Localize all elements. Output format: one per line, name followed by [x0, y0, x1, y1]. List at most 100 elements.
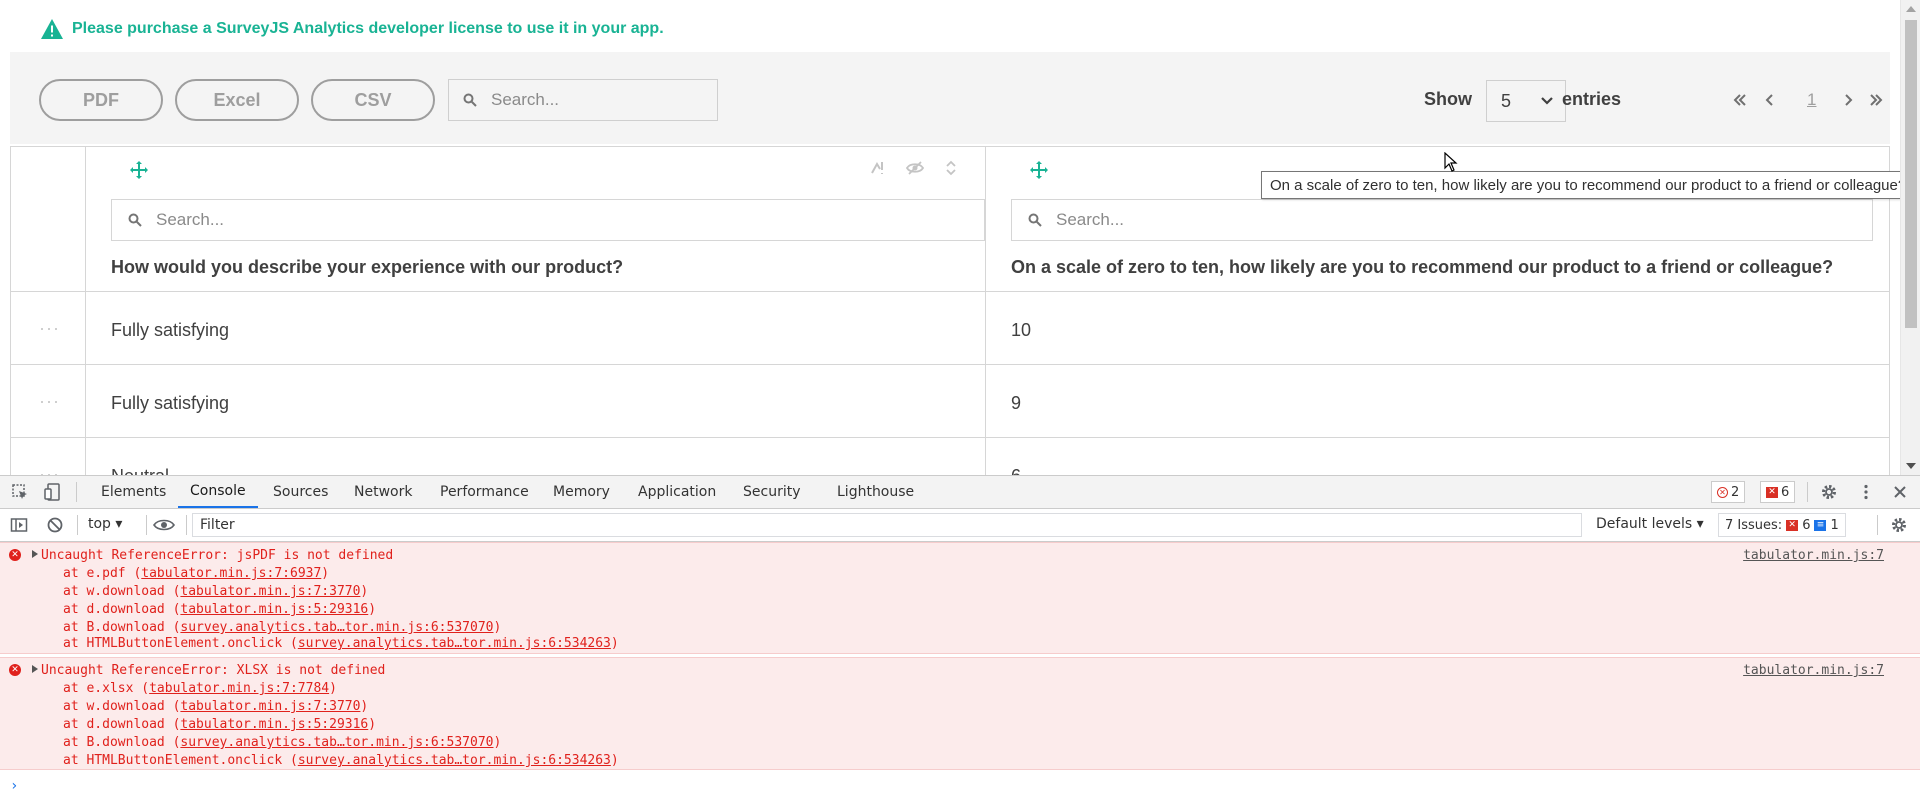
column-search-recommend[interactable] [1011, 199, 1873, 241]
tab-sources[interactable]: Sources [273, 476, 328, 508]
table-cell: 9 [1011, 393, 1022, 413]
expand-triangle-icon[interactable] [32, 665, 38, 673]
console-filter-input[interactable]: Filter [192, 513, 1582, 537]
excel-button[interactable]: Excel [175, 79, 299, 121]
issues-button[interactable]: 7 Issues: ✕ 6 ≡ 1 [1718, 513, 1846, 537]
scroll-down-arrow-icon[interactable] [1906, 463, 1916, 469]
table-cell: Neutral [111, 466, 169, 475]
table-row[interactable]: ··· Neutral 6 [11, 438, 1889, 475]
context-select[interactable]: top ▾ [88, 516, 122, 532]
frame-link[interactable]: tabulator.min.js:5:29316 [180, 717, 368, 732]
error-count: 2 [1731, 484, 1740, 500]
console-error-badge[interactable]: ✕ 2 [1711, 481, 1746, 503]
log-levels-select[interactable]: Default levels ▾ [1596, 516, 1704, 532]
frame-link[interactable]: survey.analytics.tab…tor.min.js:6:534263 [298, 753, 611, 768]
clear-console-icon[interactable] [46, 516, 64, 534]
frame-link[interactable]: tabulator.min.js:7:3770 [180, 699, 360, 714]
tab-security[interactable]: Security [743, 476, 801, 508]
global-search-input[interactable] [491, 90, 691, 110]
sidebar-toggle-icon[interactable] [10, 516, 28, 534]
frame-link[interactable]: tabulator.min.js:7:3770 [180, 584, 360, 599]
search-icon [463, 93, 477, 107]
inspect-element-icon[interactable] [11, 483, 29, 501]
error-text: Uncaught ReferenceError: XLSX is not def… [41, 663, 386, 678]
issues-badge[interactable]: ✕ 6 [1760, 481, 1796, 503]
tab-memory[interactable]: Memory [553, 476, 610, 508]
frame-fn: at w.download ( [63, 584, 181, 599]
console-settings-gear-icon[interactable] [1890, 516, 1908, 534]
frame-fn: at B.download ( [63, 620, 181, 635]
frame-end: ) [360, 584, 369, 599]
sort-filter-icon[interactable] [870, 159, 888, 177]
expand-triangle-icon[interactable] [32, 550, 38, 558]
tab-console[interactable]: Console [178, 476, 258, 508]
chevron-down-icon [1541, 97, 1553, 105]
column-tools [870, 159, 960, 177]
next-page-button[interactable] [1840, 82, 1856, 118]
last-page-button[interactable] [1868, 82, 1884, 118]
warning-icon [41, 19, 63, 39]
scroll-up-arrow-icon[interactable] [1906, 6, 1916, 12]
csv-button[interactable]: CSV [311, 79, 435, 121]
close-icon[interactable] [1891, 483, 1909, 501]
column-search-experience[interactable] [111, 199, 985, 241]
page-scrollbar[interactable] [1900, 0, 1920, 475]
tab-network[interactable]: Network [354, 476, 412, 508]
table-row[interactable]: ··· Fully satisfying 10 [11, 292, 1889, 365]
scrollbar-thumb[interactable] [1905, 20, 1917, 328]
row-actions-icon[interactable]: ··· [39, 464, 60, 475]
stack-frame: at w.download (tabulator.min.js:7:3770) [63, 699, 368, 714]
row-actions-icon[interactable]: ··· [39, 391, 60, 412]
frame-fn: at d.download ( [63, 602, 181, 617]
drag-move-icon[interactable] [1029, 160, 1049, 180]
toolbar-divider [76, 482, 77, 502]
global-search[interactable] [448, 79, 718, 121]
sort-icon[interactable] [942, 159, 960, 177]
frame-link[interactable]: tabulator.min.js:7:7784 [149, 681, 329, 696]
hide-column-icon[interactable] [906, 159, 924, 177]
frame-end: ) [610, 753, 619, 768]
pdf-button[interactable]: PDF [39, 79, 163, 121]
issue-info-icon: ≡ [1814, 519, 1827, 531]
frame-link[interactable]: survey.analytics.tab…tor.min.js:6:537070 [180, 735, 493, 750]
first-page-button[interactable] [1732, 82, 1748, 118]
frame-link[interactable]: tabulator.min.js:7:6937 [141, 566, 321, 581]
page-number-label: 1 [1807, 90, 1817, 109]
frame-end: ) [329, 681, 337, 696]
issue-error-icon: ✕ [1786, 519, 1799, 531]
device-toolbar-icon[interactable] [44, 483, 62, 501]
row-actions-icon[interactable]: ··· [39, 318, 60, 339]
frame-link[interactable]: survey.analytics.tab…tor.min.js:6:537070 [180, 620, 493, 635]
tab-application[interactable]: Application [638, 476, 716, 508]
more-options-icon[interactable] [1857, 483, 1875, 501]
tab-performance[interactable]: Performance [440, 476, 529, 508]
tab-elements[interactable]: Elements [101, 476, 166, 508]
error-message[interactable]: Uncaught ReferenceError: jsPDF is not de… [32, 548, 393, 563]
toolbar-divider [1807, 482, 1808, 502]
frame-link[interactable]: survey.analytics.tab…tor.min.js:6:534263 [298, 636, 611, 651]
console-error-continued: at HTMLButtonElement.onclick (survey.ana… [0, 636, 1920, 654]
eye-icon[interactable] [153, 516, 175, 534]
stack-frame: at B.download (survey.analytics.tab…tor.… [63, 620, 501, 635]
tab-lighthouse[interactable]: Lighthouse [837, 476, 914, 508]
console-prompt[interactable]: › [10, 778, 18, 794]
frame-fn: at HTMLButtonElement.onclick ( [63, 753, 298, 768]
console-filter-bar: top ▾ Filter Default levels ▾ 7 Issues: … [0, 509, 1920, 542]
frame-end: ) [493, 620, 502, 635]
gear-icon[interactable] [1820, 483, 1838, 501]
error-source-link[interactable]: tabulator.min.js:7 [1743, 663, 1884, 678]
error-text: Uncaught ReferenceError: jsPDF is not de… [41, 548, 394, 563]
column-search-input[interactable] [1056, 210, 1256, 230]
previous-page-button[interactable] [1762, 82, 1778, 118]
column-header-recommend: On a scale of zero to ten, how likely ar… [1011, 257, 1834, 277]
column-search-input[interactable] [156, 210, 356, 230]
page-number[interactable]: 1 [1807, 82, 1816, 118]
drag-move-icon[interactable] [129, 160, 149, 180]
error-source-link[interactable]: tabulator.min.js:7 [1743, 548, 1884, 563]
entries-select[interactable]: 5 [1486, 80, 1566, 122]
table-row[interactable]: ··· Fully satisfying 9 [11, 365, 1889, 438]
frame-link[interactable]: tabulator.min.js:5:29316 [180, 602, 368, 617]
error-message[interactable]: Uncaught ReferenceError: XLSX is not def… [32, 663, 385, 678]
frame-fn: at HTMLButtonElement.onclick ( [63, 636, 298, 651]
search-icon [1028, 213, 1042, 227]
